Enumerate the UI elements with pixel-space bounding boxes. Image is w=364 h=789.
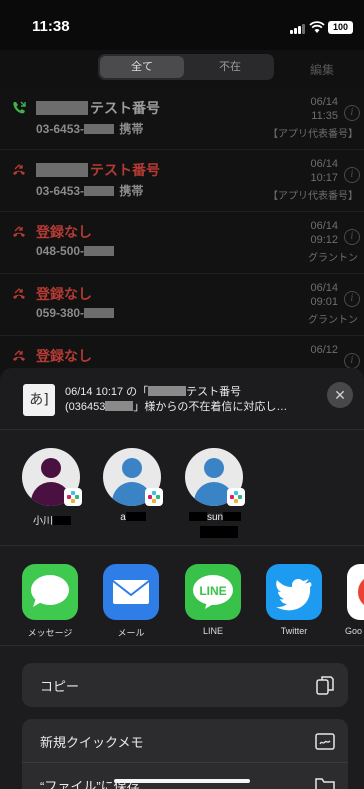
info-icon[interactable]: i [344, 291, 360, 307]
caller-name: テスト番号 [36, 160, 160, 180]
caller-name: 登録なし [36, 348, 92, 364]
info-icon[interactable]: i [344, 229, 360, 245]
app-mail[interactable]: メール [103, 564, 159, 644]
call-history-header: 全て 不在 編集 [0, 50, 364, 88]
google-icon [347, 564, 364, 620]
info-icon[interactable]: i [344, 105, 360, 121]
slack-icon [64, 488, 82, 506]
call-date: 06/14 [310, 96, 338, 108]
app-label: Goo [345, 626, 363, 636]
call-row[interactable]: 登録なし 059-380- 06/14 09:01 グラントン i [0, 274, 364, 336]
folder-icon [315, 778, 335, 789]
tab-missed[interactable]: 不在 [188, 56, 272, 78]
save-to-files-action[interactable]: “ファイル”に保存 [22, 763, 348, 789]
contact-name: a [93, 512, 173, 523]
app-twitter[interactable]: Twitter [266, 564, 322, 644]
slack-icon [145, 488, 163, 506]
share-sheet-header: あ] 06/14 10:17 の「 テスト番号 (036453 」様からの不在着信に… [0, 368, 364, 430]
wifi-icon [309, 21, 325, 33]
caller-number: 048-500- [36, 244, 116, 258]
contact-name: sun [175, 512, 255, 523]
line-icon: LINE [185, 564, 241, 620]
call-date: 06/14 [310, 158, 338, 170]
info-icon[interactable]: i [344, 167, 360, 183]
edit-button[interactable]: 編集 [310, 61, 334, 78]
share-sheet: あ] 06/14 10:17 の「 テスト番号 (036453 」様からの不在着信に… [0, 368, 364, 789]
caller-number: 03-6453- 携帯 [36, 184, 144, 198]
messages-icon [22, 564, 78, 620]
action-label: 新規クイックメモ [40, 735, 144, 750]
call-line-label: 【アプリ代表番号】 [268, 191, 358, 202]
call-row[interactable]: テスト番号 03-6453- 携帯 06/14 11:35 【アプリ代表番号】 … [0, 88, 364, 150]
share-actions: コピー 新規クイックメモ “ファイル”に保存 [22, 663, 348, 789]
mail-icon [103, 564, 159, 620]
app-label: メール [117, 628, 145, 638]
copy-action[interactable]: コピー [22, 663, 348, 707]
text-document-icon: あ] [23, 384, 55, 416]
app-line[interactable]: LINE LINE [185, 564, 241, 644]
app-messages[interactable]: メッセージ [22, 564, 78, 644]
app-label: Twitter [280, 626, 308, 636]
caller-number: 059-380- [36, 306, 116, 320]
app-label: LINE [202, 626, 223, 636]
status-bar: 11:38 100 [0, 0, 364, 50]
call-date: 06/14 [310, 282, 338, 294]
call-row[interactable]: 登録なし 048-500- 06/14 09:12 グラントン i [0, 212, 364, 274]
caller-name: 登録なし [36, 224, 92, 240]
app-google[interactable]: Goo [345, 564, 364, 644]
twitter-icon [266, 564, 322, 620]
cellular-signal-icon [290, 24, 306, 34]
missed-call-icon [13, 164, 25, 175]
call-date: 06/14 [310, 220, 338, 232]
filter-segmented-control: 全て 不在 [98, 54, 274, 80]
call-time: 11:35 [311, 110, 338, 122]
quick-note-icon [315, 733, 335, 750]
svg-text:LINE: LINE [199, 584, 226, 598]
call-time: 09:12 [310, 234, 338, 246]
call-time: 10:17 [310, 172, 338, 184]
copy-icon [316, 676, 334, 695]
call-line-label: グラントン [308, 315, 358, 326]
caller-name: 登録なし [36, 286, 92, 302]
redaction-block [200, 526, 238, 538]
app-label: メッセージ [27, 628, 73, 638]
call-row[interactable]: テスト番号 03-6453- 携帯 06/14 10:17 【アプリ代表番号】 … [0, 150, 364, 212]
contact-name: 小川 [12, 512, 92, 527]
call-line-label: グラントン [308, 253, 358, 264]
share-item-title: 06/14 10:17 の「 テスト番号 (036453 」様からの不在着信に対応し… [65, 386, 288, 413]
quick-note-action[interactable]: 新規クイックメモ [22, 719, 348, 763]
call-time: 09:01 [310, 296, 338, 308]
incoming-call-icon [13, 101, 26, 114]
share-apps-row: メッセージ メール LINE LINE Twitter Goo [0, 546, 364, 646]
caller-name: テスト番号 [36, 98, 160, 118]
info-icon[interactable]: i [344, 353, 360, 369]
contact-suggestion[interactable]: a [103, 448, 163, 538]
clock-time: 11:38 [32, 18, 70, 35]
contact-suggestion[interactable]: sun [185, 448, 245, 538]
tab-all[interactable]: 全て [100, 56, 184, 78]
call-date: 06/12 [310, 344, 338, 356]
call-list: テスト番号 03-6453- 携帯 06/14 11:35 【アプリ代表番号】 … [0, 88, 364, 378]
caller-number: 03-6453- 携帯 [36, 122, 144, 136]
close-button[interactable]: ✕ [327, 382, 353, 408]
missed-call-icon [13, 288, 25, 299]
missed-call-icon [13, 350, 25, 361]
battery-icon: 100 [328, 21, 353, 34]
slack-icon [227, 488, 245, 506]
share-contacts-row: 小川 a sun [0, 430, 364, 546]
call-line-label: 【アプリ代表番号】 [268, 129, 358, 140]
home-indicator[interactable] [114, 779, 250, 783]
action-label: コピー [40, 679, 80, 694]
contact-suggestion[interactable]: 小川 [22, 448, 82, 538]
missed-call-icon [13, 226, 25, 237]
